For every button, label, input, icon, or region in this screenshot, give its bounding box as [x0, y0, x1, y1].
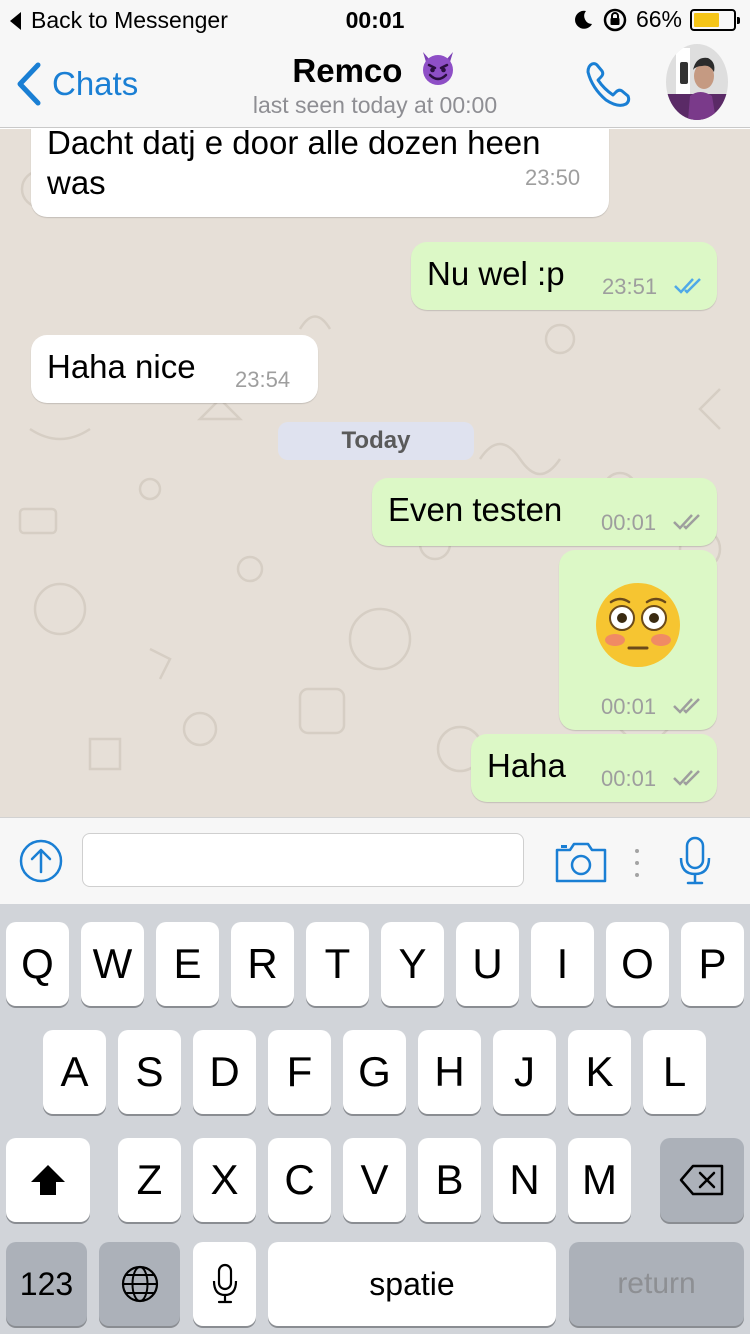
shift-key[interactable] — [6, 1138, 90, 1222]
globe-key[interactable] — [99, 1242, 180, 1326]
message-text: was — [47, 164, 106, 201]
globe-icon — [121, 1265, 158, 1303]
message-text: Haha nice — [47, 348, 196, 385]
last-seen-status: last seen today at 00:00 — [252, 92, 498, 118]
key-o[interactable]: O — [606, 922, 669, 1006]
key-b[interactable]: B — [418, 1138, 481, 1222]
message-time: 00:01 — [601, 694, 657, 719]
return-key[interactable]: return — [569, 1242, 744, 1326]
message-time: 00:01 — [601, 766, 657, 791]
camera-icon[interactable] — [554, 840, 608, 884]
battery-icon — [690, 8, 740, 31]
back-triangle-icon — [10, 11, 21, 30]
contact-name[interactable]: Remco — [0, 48, 750, 90]
message-text: Dacht datj e door alle dozen heen — [47, 129, 541, 161]
delivered-double-check-icon — [673, 698, 700, 714]
battery-level-fill — [694, 12, 720, 27]
flushed-face-emoji — [596, 583, 680, 667]
key-c[interactable]: C — [268, 1138, 331, 1222]
read-double-check-icon — [674, 278, 701, 294]
key-y[interactable]: Y — [381, 922, 444, 1006]
microphone-icon — [212, 1263, 237, 1304]
key-r[interactable]: R — [231, 922, 294, 1006]
message-input[interactable] — [82, 833, 524, 887]
contact-name-text: Remco — [292, 52, 403, 89]
status-bar: Back to Messenger 00:01 66% — [0, 0, 750, 40]
key-x[interactable]: X — [193, 1138, 256, 1222]
delivered-double-check-icon — [673, 514, 700, 530]
shift-arrow-icon — [31, 1165, 65, 1195]
upload-arrow-icon[interactable] — [18, 838, 64, 884]
message-time: 23:54 — [235, 367, 291, 392]
back-to-messenger-link[interactable]: Back to Messenger — [10, 7, 228, 34]
backspace-icon — [679, 1164, 724, 1196]
key-p[interactable]: P — [681, 922, 744, 1006]
message-bubble-outgoing[interactable]: 00:01 — [559, 550, 717, 730]
dictation-key[interactable] — [193, 1242, 256, 1326]
phone-call-icon[interactable] — [582, 58, 634, 110]
key-a[interactable]: A — [43, 1030, 106, 1114]
day-divider-badge: Today — [278, 422, 474, 460]
moon-icon — [575, 10, 592, 29]
contact-photo — [666, 44, 728, 120]
key-q[interactable]: Q — [6, 922, 69, 1006]
status-indicators: 66% — [572, 6, 740, 33]
battery-percent: 66% — [635, 6, 682, 32]
message-text: Haha — [487, 747, 566, 784]
key-l[interactable]: L — [643, 1030, 706, 1114]
key-u[interactable]: U — [456, 922, 519, 1006]
delivered-double-check-icon — [673, 770, 700, 786]
message-text: Even testen — [388, 491, 563, 528]
message-time: 23:50 — [525, 165, 581, 190]
contact-avatar[interactable] — [666, 44, 728, 120]
key-v[interactable]: V — [343, 1138, 406, 1222]
key-h[interactable]: H — [418, 1030, 481, 1114]
message-bubble-outgoing[interactable]: Nu wel :p 23:51 — [411, 242, 717, 310]
key-s[interactable]: S — [118, 1030, 181, 1114]
key-g[interactable]: G — [343, 1030, 406, 1114]
message-text: Nu wel :p — [427, 255, 565, 292]
key-t[interactable]: T — [306, 922, 369, 1006]
more-dots-icon — [635, 849, 639, 877]
microphone-icon[interactable] — [678, 836, 712, 886]
message-time: 23:51 — [602, 274, 658, 299]
chat-header: Chats Remco last seen today at 00:00 — [0, 40, 750, 128]
message-bubble-outgoing[interactable]: Even testen 00:01 — [372, 478, 717, 546]
numbers-key[interactable]: 123 — [6, 1242, 87, 1326]
key-d[interactable]: D — [193, 1030, 256, 1114]
key-n[interactable]: N — [493, 1138, 556, 1222]
rotation-lock-icon — [603, 8, 627, 31]
key-i[interactable]: I — [531, 922, 594, 1006]
message-bubble-incoming[interactable]: Dacht datj e door alle dozen heen was 23… — [31, 129, 609, 217]
message-bubble-outgoing[interactable]: Haha 00:01 — [471, 734, 717, 802]
key-k[interactable]: K — [568, 1030, 631, 1114]
key-e[interactable]: E — [156, 922, 219, 1006]
space-key[interactable]: spatie — [268, 1242, 556, 1326]
key-z[interactable]: Z — [118, 1138, 181, 1222]
key-f[interactable]: F — [268, 1030, 331, 1114]
backspace-key[interactable] — [660, 1138, 744, 1222]
smiling-devil-emoji — [422, 52, 453, 85]
message-input-bar — [0, 817, 750, 904]
key-m[interactable]: M — [568, 1138, 631, 1222]
back-to-messenger-label: Back to Messenger — [31, 7, 228, 33]
key-w[interactable]: W — [81, 922, 144, 1006]
message-bubble-incoming[interactable]: Haha nice 23:54 — [31, 335, 318, 403]
chat-area[interactable]: Dacht datj e door alle dozen heen was 23… — [0, 129, 750, 817]
message-time: 00:01 — [601, 510, 657, 535]
onscreen-keyboard: Q W E R T Y U I O P A S D F G H J K L Z … — [0, 904, 750, 1334]
key-j[interactable]: J — [493, 1030, 556, 1114]
